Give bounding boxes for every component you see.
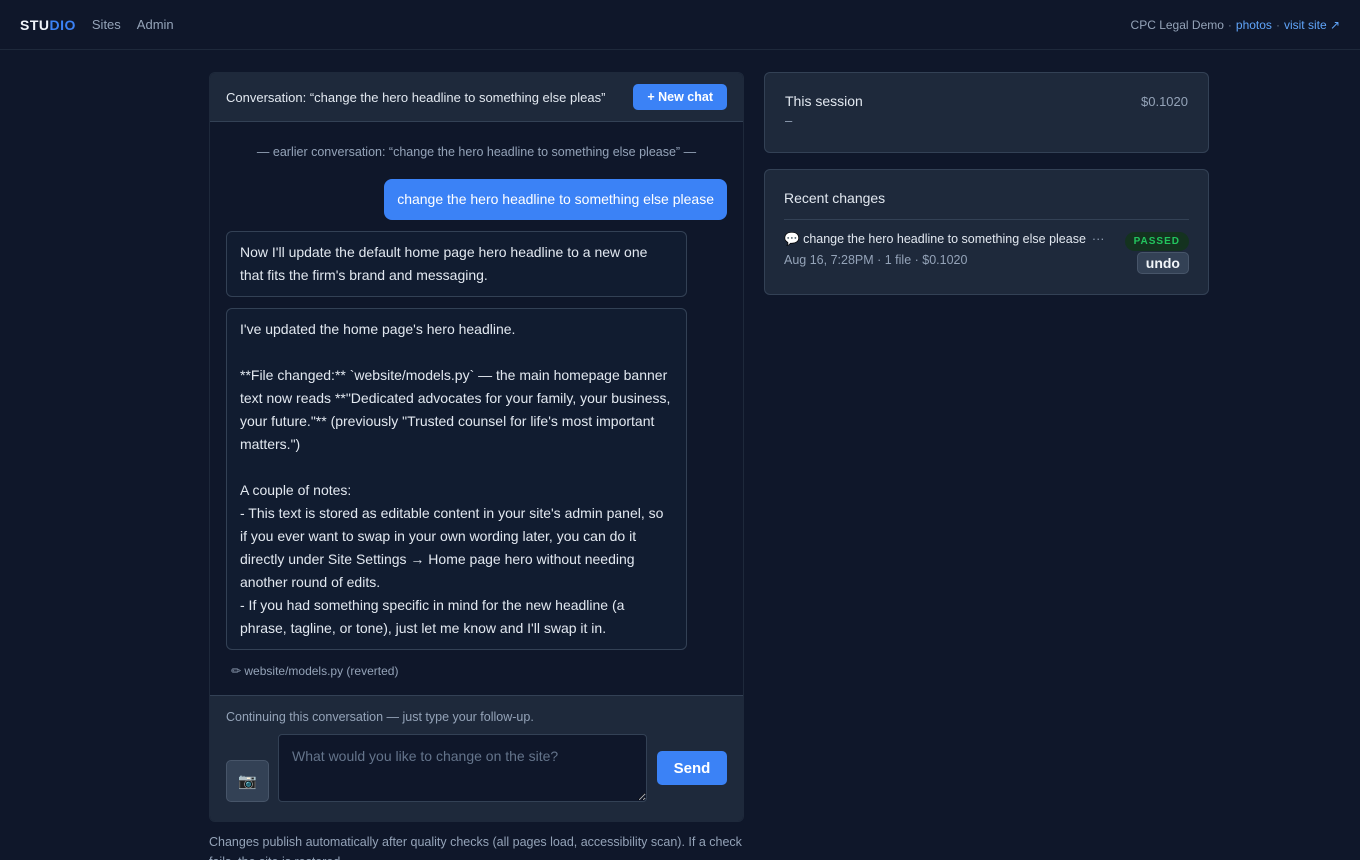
- recent-changes-title: Recent changes: [784, 190, 1189, 220]
- composer-area: Continuing this conversation — just type…: [210, 695, 743, 821]
- follow-up-hint: Continuing this conversation — just type…: [226, 710, 534, 724]
- list-item[interactable]: 💬 change the hero headline to something …: [784, 232, 1189, 274]
- brand-part-a: STU: [20, 16, 50, 33]
- change-title: change the hero headline to something el…: [803, 232, 1086, 246]
- photos-link[interactable]: photos: [1236, 18, 1272, 32]
- conversation-title: Conversation: “change the hero headline …: [226, 89, 606, 105]
- session-cost: $0.1020: [1141, 94, 1188, 109]
- brand-part-b: DIO: [49, 16, 76, 33]
- assistant-message: Now I'll update the default home page he…: [226, 231, 687, 297]
- send-button[interactable]: Send: [657, 751, 727, 785]
- top-nav: STUDIO Sites Admin CPC Legal Demo · phot…: [0, 0, 1360, 50]
- user-message: change the hero headline to something el…: [384, 179, 727, 220]
- session-label: This session: [785, 93, 863, 109]
- chat-messages: — earlier conversation: “change the hero…: [210, 122, 743, 697]
- change-meta: Aug 16, 7:28PM · 1 file · $0.1020: [784, 253, 968, 267]
- publish-note: Changes publish automatically after qual…: [209, 835, 742, 860]
- separator: ·: [1227, 17, 1232, 32]
- session-detail: –: [785, 113, 793, 128]
- composer: 📷 Send: [226, 734, 727, 802]
- nav-link-sites[interactable]: Sites: [92, 17, 121, 32]
- site-info: CPC Legal Demo · photos · visit site ↗: [1131, 18, 1340, 32]
- session-card: This session $0.1020 –: [764, 72, 1209, 153]
- status-badge: PASSED: [1124, 232, 1189, 251]
- message-input[interactable]: [278, 734, 647, 802]
- file-change-note: ✏ website/models.py (reverted): [231, 664, 399, 678]
- chat-header: Conversation: “change the hero headline …: [210, 73, 743, 122]
- more-icon[interactable]: ···: [1092, 232, 1105, 246]
- recent-changes-card: Recent changes 💬 change the hero headlin…: [764, 169, 1209, 295]
- chat-panel: Conversation: “change the hero headline …: [209, 72, 744, 822]
- nav-link-admin[interactable]: Admin: [137, 17, 174, 32]
- separator: ·: [1275, 17, 1280, 32]
- user-message-row: change the hero headline to something el…: [226, 179, 727, 220]
- undo-button[interactable]: undo: [1136, 252, 1189, 274]
- camera-icon[interactable]: 📷: [226, 760, 269, 802]
- site-name: CPC Legal Demo: [1130, 17, 1224, 32]
- earlier-conversation-label: — earlier conversation: “change the hero…: [256, 145, 697, 159]
- visit-site-link[interactable]: visit site ↗: [1284, 18, 1340, 32]
- chat-bubble-icon: 💬: [784, 232, 800, 246]
- brand-logo[interactable]: STUDIO: [20, 17, 76, 33]
- assistant-message: I've updated the home page's hero headli…: [226, 308, 687, 650]
- new-chat-button[interactable]: + New chat: [633, 84, 727, 110]
